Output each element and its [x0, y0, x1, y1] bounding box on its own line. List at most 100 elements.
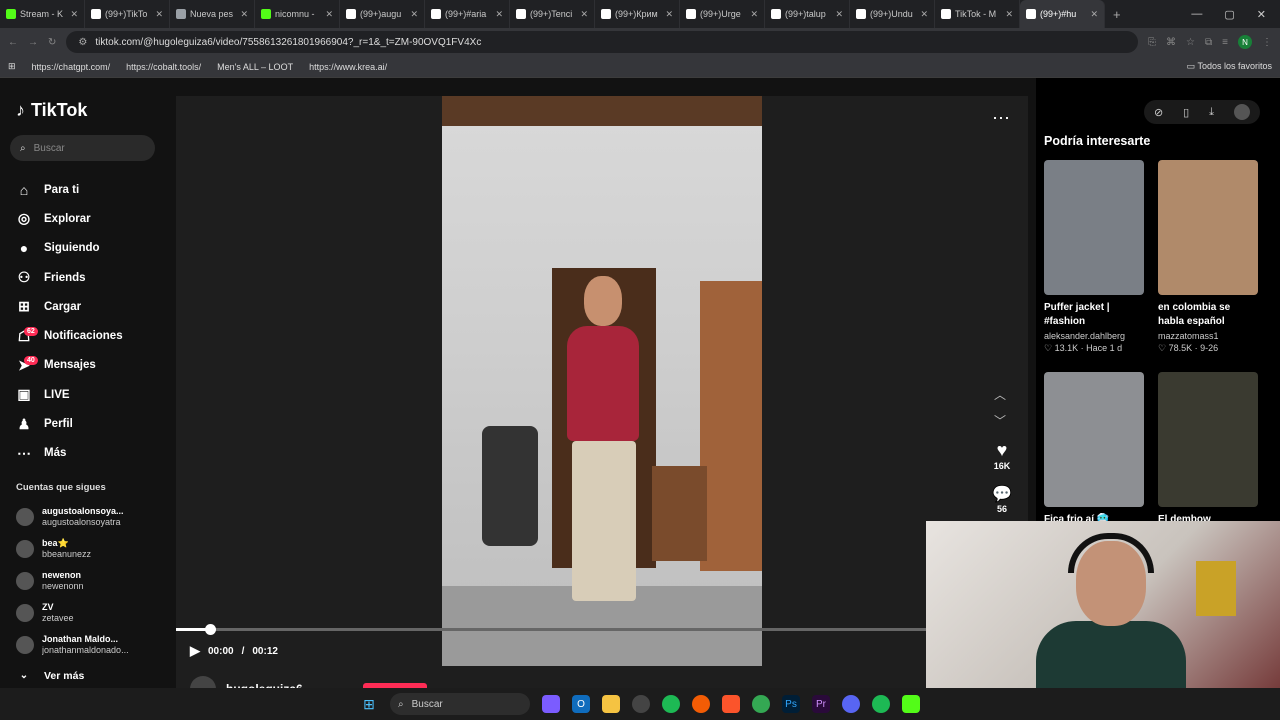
profile-avatar[interactable]: N — [1238, 35, 1252, 49]
sidebar-item-perfil[interactable]: ♟ Perfil — [10, 409, 155, 438]
progress-bar[interactable] — [176, 624, 926, 635]
sidebar-item-m-s[interactable]: ⋯ Más — [10, 439, 155, 468]
browser-tab[interactable]: (99+)Undu ✕ — [850, 0, 935, 28]
browser-tab[interactable]: Stream - K ✕ — [0, 0, 85, 28]
browser-menu-icon[interactable]: ⋮ — [1262, 37, 1272, 48]
browser-tab[interactable]: (99+)TikTo ✕ — [85, 0, 170, 28]
tab-close-icon[interactable]: ✕ — [920, 9, 928, 20]
browser-tab[interactable]: (99+)#hu ✕ — [1020, 0, 1105, 28]
browser-tab[interactable]: (99+)Tenci ✕ — [510, 0, 595, 28]
steam-icon[interactable] — [632, 695, 650, 713]
windows-start-icon[interactable]: ⊞ — [360, 695, 378, 713]
forward-icon[interactable]: → — [28, 37, 38, 48]
chrome-icon[interactable] — [752, 695, 770, 713]
sidebar-item-mensajes[interactable]: ➤ Mensajes 40 — [10, 351, 155, 380]
play-icon[interactable]: ▶ — [190, 643, 200, 659]
following-account[interactable]: augustoalonsoya... augustoalonsoyatra — [10, 501, 155, 533]
bookmark-4[interactable]: https://www.krea.ai/ — [309, 62, 387, 72]
extensions-icon[interactable]: ⧉ — [1205, 37, 1212, 48]
browser-tab[interactable]: (99+)#aria ✕ — [425, 0, 510, 28]
phone-icon[interactable]: ▯ — [1183, 106, 1189, 119]
tab-close-icon[interactable]: ✕ — [665, 9, 673, 20]
reload-icon[interactable]: ↻ — [48, 37, 56, 48]
taskbar-search[interactable]: ⌕ Buscar — [390, 693, 530, 715]
sidebar-search[interactable]: ⌕ Buscar — [10, 135, 155, 161]
bookmark-2[interactable]: https://cobalt.tools/ — [126, 62, 201, 72]
recommendation-card[interactable]: Puffer jacket | #fashion aleksander.dahl… — [1044, 160, 1144, 354]
see-more-button[interactable]: ⌄ Ver más — [10, 661, 155, 690]
install-icon[interactable]: ⎘ — [1148, 37, 1156, 48]
card-user[interactable]: aleksander.dahlberg — [1044, 331, 1144, 341]
sidebar-item-friends[interactable]: ⚇ Friends — [10, 263, 155, 292]
apps-icon[interactable]: ⊞ — [8, 61, 16, 72]
sidebar-item-live[interactable]: ▣ LIVE — [10, 380, 155, 409]
file-explorer-icon[interactable] — [602, 695, 620, 713]
previous-video-icon[interactable]: ︿ — [994, 386, 1006, 403]
back-icon[interactable]: ← — [8, 37, 18, 48]
tab-close-icon[interactable]: ✕ — [1005, 9, 1013, 20]
video-thumbnail[interactable] — [1158, 160, 1258, 295]
recommendation-card[interactable]: El dembow argentino — [1158, 372, 1258, 543]
browser-tab[interactable]: nicomnu - ✕ — [255, 0, 340, 28]
all-favorites-folder[interactable]: ▭ Todos los favoritos — [1187, 61, 1272, 72]
spotify-2-icon[interactable] — [872, 695, 890, 713]
user-avatar[interactable] — [1233, 104, 1250, 120]
sidebar-item-para-ti[interactable]: ⌂ Para ti — [10, 175, 155, 204]
comment-button[interactable]: 💬 56 — [991, 484, 1013, 514]
discord-icon[interactable] — [842, 695, 860, 713]
recommendation-card[interactable]: en colombia se habla español mazzatomass… — [1158, 160, 1258, 354]
photoshop-icon[interactable]: Ps — [782, 695, 800, 713]
origin-icon[interactable] — [692, 695, 710, 713]
following-account[interactable]: ZV zetavee — [10, 597, 155, 629]
tab-close-icon[interactable]: ✕ — [70, 9, 78, 20]
sidebar-item-siguiendo[interactable]: ● Siguiendo — [10, 234, 155, 263]
new-tab-button[interactable]: + — [1113, 7, 1121, 22]
progress-handle[interactable] — [204, 624, 216, 635]
video-thumbnail[interactable] — [1044, 160, 1144, 295]
video-player[interactable]: ⋯ ︿ ﹀ ♥ 16K 💬 56 ▶ 00:00 / 00:12 hugoleg… — [176, 96, 1028, 702]
browser-tab[interactable]: Nueva pes ✕ — [170, 0, 255, 28]
autoscroll-icon[interactable]: ⊘ — [1154, 106, 1163, 119]
bookmark-1[interactable]: https://chatgpt.com/ — [32, 62, 111, 72]
copilot-icon[interactable] — [542, 695, 560, 713]
card-user[interactable]: mazzatomass1 — [1158, 331, 1258, 341]
tab-close-icon[interactable]: ✕ — [410, 9, 418, 20]
tab-close-icon[interactable]: ✕ — [750, 9, 758, 20]
tiktok-logo[interactable]: ♪ TikTok — [16, 100, 155, 121]
premiere-icon[interactable]: Pr — [812, 695, 830, 713]
maximize-icon[interactable]: ▢ — [1224, 8, 1234, 21]
more-options-icon[interactable]: ⋯ — [992, 108, 1010, 129]
site-info-icon[interactable]: ⚙ — [78, 37, 87, 48]
sidebar-item-explorar[interactable]: ◎ Explorar — [10, 204, 155, 233]
following-account[interactable]: newenon newenonn — [10, 565, 155, 597]
video-frame[interactable] — [442, 96, 762, 666]
close-window-icon[interactable]: ✕ — [1257, 8, 1266, 21]
media-icon[interactable]: ≡ — [1222, 37, 1228, 48]
minimize-icon[interactable]: — — [1191, 8, 1202, 21]
following-account[interactable]: bea⭐ bbeanunezz — [10, 533, 155, 565]
url-field[interactable]: ⚙ tiktok.com/@hugoleguiza6/video/7558613… — [66, 31, 1139, 53]
spotify-icon[interactable] — [662, 695, 680, 713]
brave-icon[interactable] — [722, 695, 740, 713]
translate-icon[interactable]: ⌘ — [1166, 37, 1176, 48]
browser-tab[interactable]: TikTok - M ✕ — [935, 0, 1020, 28]
tab-close-icon[interactable]: ✕ — [1090, 9, 1098, 20]
tab-close-icon[interactable]: ✕ — [240, 9, 248, 20]
tab-close-icon[interactable]: ✕ — [495, 9, 503, 20]
following-account[interactable]: Jonathan Maldo... jonathanmaldonado... — [10, 629, 155, 661]
next-video-icon[interactable]: ﹀ — [994, 412, 1006, 429]
download-icon[interactable]: ⤓ — [1209, 106, 1214, 119]
like-button[interactable]: ♥ 16K — [991, 440, 1013, 471]
bookmark-3[interactable]: Men's ALL – LOOT — [217, 62, 293, 72]
bookmark-star-icon[interactable]: ☆ — [1186, 37, 1195, 48]
recommendation-card[interactable]: Fica frio aí 🥶 — [1044, 372, 1144, 529]
tab-close-icon[interactable]: ✕ — [835, 9, 843, 20]
video-thumbnail[interactable] — [1044, 372, 1144, 507]
outlook-icon[interactable]: O — [572, 695, 590, 713]
kick-icon[interactable] — [902, 695, 920, 713]
video-thumbnail[interactable] — [1158, 372, 1258, 507]
browser-tab[interactable]: (99+)Urge ✕ — [680, 0, 765, 28]
browser-tab[interactable]: (99+)Крим ✕ — [595, 0, 680, 28]
tab-close-icon[interactable]: ✕ — [580, 9, 588, 20]
tab-close-icon[interactable]: ✕ — [325, 9, 333, 20]
